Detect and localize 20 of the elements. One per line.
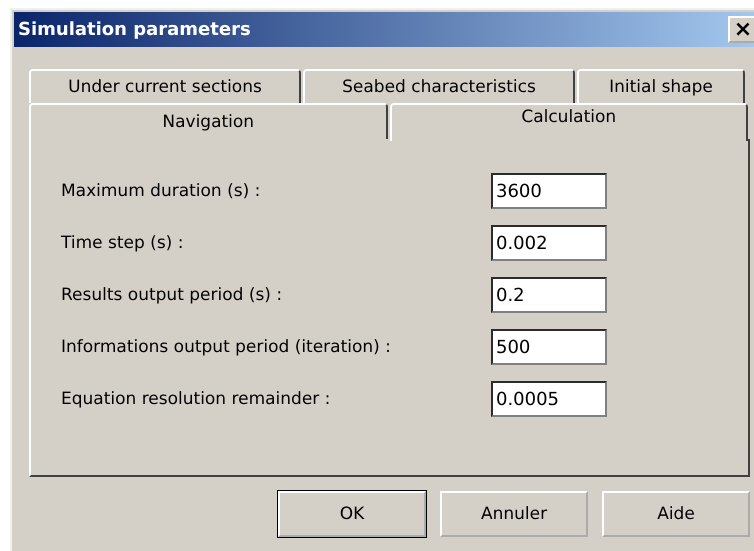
field-label: Equation resolution remainder : [61,389,332,409]
tab[interactable]: Calculation [390,103,748,141]
field-label: Maximum duration (s) : [61,181,262,201]
dialog-button[interactable]: Aide [602,491,750,537]
tab[interactable]: Seabed characteristics [303,69,575,103]
field-label: Results output period (s) : [61,285,284,305]
window-title: Simulation parameters [18,19,251,40]
input-field[interactable]: 3600 [491,173,607,209]
input-field[interactable]: 0.002 [491,225,607,261]
field-label: Time step (s) : [61,233,184,253]
tab[interactable]: Under current sections [29,69,301,103]
dialog-button[interactable]: Annuler [440,491,588,537]
input-field[interactable]: 0.2 [491,277,607,313]
tab[interactable]: Initial shape [577,69,745,103]
input-field[interactable]: 500 [491,329,607,365]
input-field[interactable]: 0.0005 [491,381,607,417]
close-button[interactable]: × [728,16,754,43]
tab[interactable]: Navigation [29,103,388,139]
field-label: Informations output period (iteration) : [61,337,392,357]
dialog-button[interactable]: OK [278,491,426,537]
